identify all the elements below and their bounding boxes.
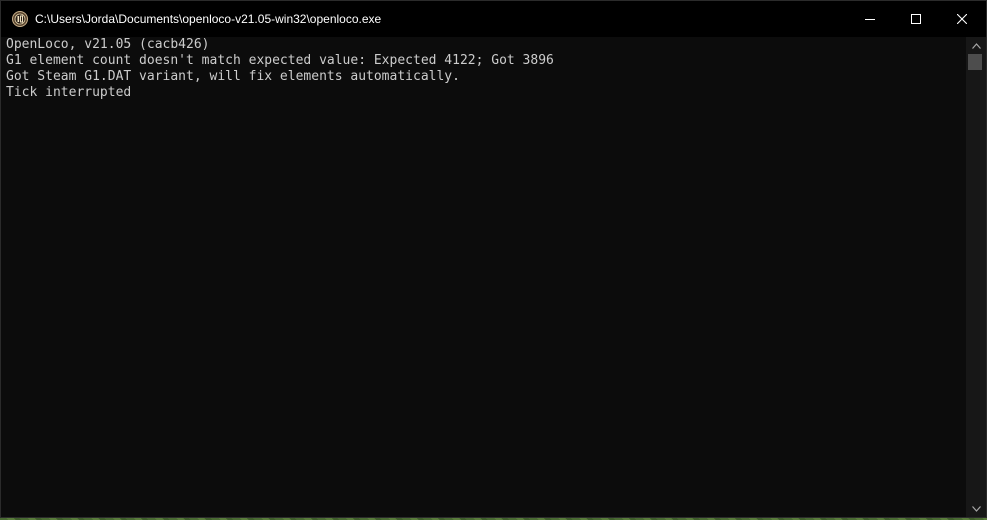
close-button[interactable] — [939, 1, 985, 37]
scroll-down-button[interactable] — [966, 500, 986, 517]
console-line: Tick interrupted — [6, 85, 132, 100]
scrollbar-thumb[interactable] — [968, 54, 982, 70]
close-icon — [957, 14, 967, 24]
window-title: C:\Users\Jorda\Documents\openloco-v21.05… — [35, 12, 382, 26]
vertical-scrollbar[interactable] — [966, 37, 986, 517]
minimize-icon — [865, 19, 875, 20]
console-line: G1 element count doesn't match expected … — [6, 53, 554, 68]
console-window: C:\Users\Jorda\Documents\openloco-v21.05… — [0, 0, 987, 518]
openloco-app-icon[interactable] — [12, 11, 28, 27]
maximize-icon — [911, 14, 921, 24]
maximize-button[interactable] — [893, 1, 939, 37]
scroll-down-arrow-icon — [971, 505, 981, 512]
minimize-button[interactable] — [847, 1, 893, 37]
scroll-up-button[interactable] — [966, 37, 986, 54]
title-bar[interactable]: C:\Users\Jorda\Documents\openloco-v21.05… — [1, 1, 986, 37]
console-line: Got Steam G1.DAT variant, will fix eleme… — [6, 69, 460, 84]
scroll-up-arrow-icon — [971, 42, 981, 49]
console-line: OpenLoco, v21.05 (cacb426) — [6, 37, 210, 52]
console-output[interactable]: OpenLoco, v21.05 (cacb426) G1 element co… — [1, 37, 966, 517]
